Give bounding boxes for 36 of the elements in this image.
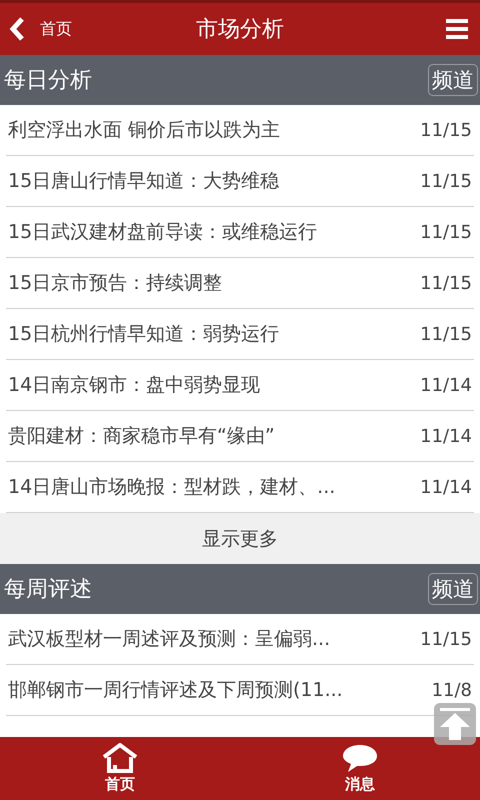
channel-button[interactable]: 频道 bbox=[428, 573, 478, 605]
news-date: 11/14 bbox=[420, 374, 473, 396]
news-title[interactable]: 15日唐山行情早知道：大势维稳 bbox=[6, 168, 280, 194]
news-title[interactable]: 14日南京钢市：盘中弱势显现 bbox=[6, 372, 260, 398]
home-icon bbox=[102, 743, 138, 773]
show-more-button[interactable]: 显示更多 bbox=[0, 513, 480, 564]
news-title[interactable]: 15日京市预告：持续调整 bbox=[6, 270, 222, 296]
news-date: 11/15 bbox=[420, 628, 473, 650]
tab-button[interactable]: 消息 bbox=[240, 737, 480, 800]
news-title[interactable]: 15日杭州行情早知道：弱势运行 bbox=[6, 321, 280, 347]
channel-button[interactable]: 频道 bbox=[428, 64, 478, 96]
section-title: 每日分析 bbox=[4, 67, 92, 95]
news-title[interactable]: 邯郸钢市一周行情评述及下周预测(11... bbox=[6, 677, 343, 703]
news-title[interactable]: 贵阳建材：商家稳市早有“缘由” bbox=[6, 423, 275, 449]
news-date: 11/15 bbox=[420, 170, 473, 192]
news-title[interactable]: 利空浮出水面 铜价后市以跌为主 bbox=[6, 117, 280, 143]
section-title: 每周评述 bbox=[4, 576, 92, 604]
news-title[interactable]: 15日武汉建材盘前导读：或维稳运行 bbox=[6, 219, 318, 245]
news-date: 11/14 bbox=[420, 476, 473, 498]
news-date: 11/14 bbox=[420, 426, 473, 446]
menu-button[interactable] bbox=[446, 19, 468, 39]
news-date: 11/15 bbox=[420, 324, 473, 344]
news-date: 11/8 bbox=[432, 680, 473, 700]
news-date: 11/15 bbox=[420, 120, 473, 140]
tab-button[interactable]: 首页 bbox=[0, 737, 240, 800]
back-button[interactable]: 首页 bbox=[0, 15, 78, 43]
news-date: 11/15 bbox=[420, 272, 473, 294]
news-date: 11/15 bbox=[420, 222, 473, 242]
up-arrow-icon bbox=[438, 708, 472, 740]
news-title[interactable]: 武汉板型材一周述评及预测：呈偏弱... bbox=[6, 626, 330, 652]
chat-bubble-icon bbox=[342, 743, 378, 773]
menu-icon bbox=[446, 19, 468, 39]
back-to-top-button[interactable] bbox=[434, 703, 476, 745]
page-title: 市场分析 bbox=[196, 16, 284, 44]
back-icon bbox=[8, 16, 26, 42]
news-title[interactable]: 14日唐山市场晚报：型材跌，建材、... bbox=[6, 474, 336, 500]
